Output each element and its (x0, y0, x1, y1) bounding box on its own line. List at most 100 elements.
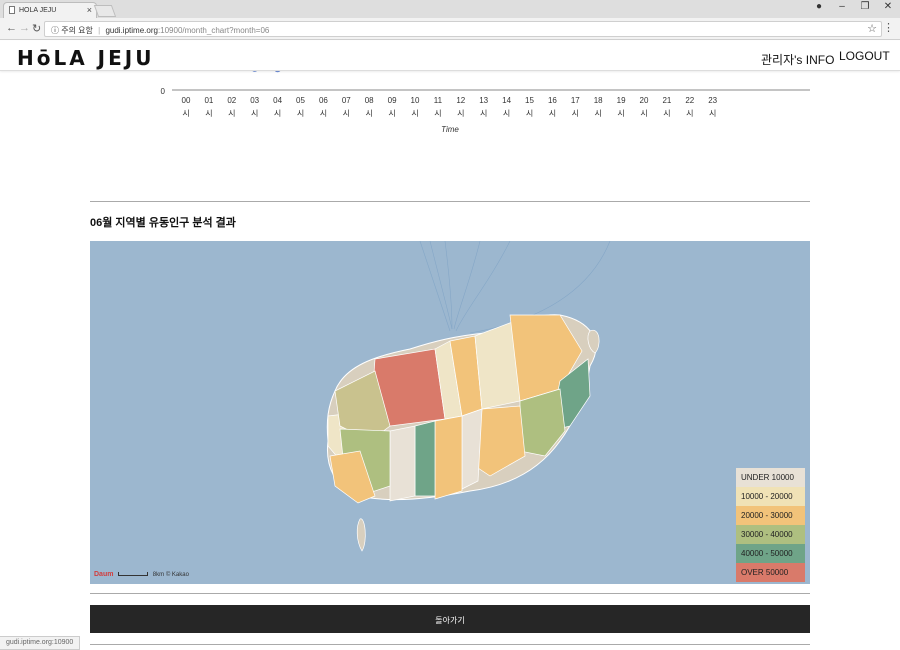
legend-item: 30000 - 40000 (736, 525, 805, 544)
bottom-divider (90, 593, 810, 594)
x-axis-label: Time (441, 125, 459, 134)
x-tick-unit: 시 (572, 109, 579, 118)
x-tick-unit: 시 (434, 109, 441, 118)
url-path: :10900/month_chart?month=06 (157, 26, 270, 35)
site-header: HōLA JEJU 관리자's INFO LOGOUT (0, 41, 900, 71)
x-tick-unit: 시 (205, 109, 212, 118)
x-tick-label: 22 (685, 96, 694, 105)
legend-item: 10000 - 20000 (736, 487, 805, 506)
region-seogwipo (434, 415, 463, 500)
address-bar: ← → ↻ ⓘ 주의 요함 | gudi.iptime.org:10900/mo… (0, 18, 900, 40)
browser-tab-strip: HOLA JEJU × ● – ❐ ✕ (0, 0, 900, 18)
x-tick-label: 04 (273, 96, 282, 105)
x-tick-label: 07 (342, 96, 351, 105)
url-field[interactable]: ⓘ 주의 요함 | gudi.iptime.org:10900/month_ch… (44, 21, 882, 37)
x-tick-unit: 시 (343, 109, 350, 118)
x-tick-label: 10 (411, 96, 420, 105)
x-tick-unit: 시 (411, 109, 418, 118)
x-tick-unit: 시 (503, 109, 510, 118)
x-tick-unit: 시 (709, 109, 716, 118)
admin-info-link[interactable]: 관리자's INFO (761, 51, 834, 68)
x-tick-label: 20 (640, 96, 649, 105)
x-tick-unit: 시 (663, 109, 670, 118)
x-tick-label: 13 (479, 96, 488, 105)
jeju-population-map[interactable] (90, 241, 810, 584)
x-tick-layer: 00 시 01 시 02 시 03 시 04 시 05 시 06 시 07 시 08 시 09 시 10 시 11 시 12 시 1… (182, 96, 718, 118)
region-pyoseon (519, 388, 566, 457)
tab-title: HOLA JEJU (19, 7, 57, 14)
marado-island (356, 518, 366, 552)
x-tick-label: 17 (571, 96, 580, 105)
site-logo[interactable]: HōLA JEJU (17, 46, 154, 70)
x-tick-label: 06 (319, 96, 328, 105)
x-tick-label: 21 (662, 96, 671, 105)
close-window-icon[interactable]: ✕ (882, 1, 894, 12)
status-bar: gudi.iptime.org:10900 (0, 636, 81, 650)
x-tick-unit: 시 (549, 109, 556, 118)
bookmark-star-icon[interactable]: ☆ (867, 22, 877, 35)
map-credit: Daum 8km © Kakao (94, 571, 189, 578)
x-tick-unit: 시 (366, 109, 373, 118)
x-tick-label: 19 (617, 96, 626, 105)
x-tick-label: 05 (296, 96, 305, 105)
new-tab-button[interactable] (93, 5, 117, 17)
info-icon[interactable]: ⓘ (51, 26, 59, 35)
url-separator: | (98, 26, 101, 35)
forward-icon[interactable]: → (19, 22, 30, 34)
x-tick-label: 16 (548, 96, 557, 105)
x-tick-label: 12 (456, 96, 465, 105)
legend-item: 40000 - 50000 (736, 544, 805, 563)
close-tab-icon[interactable]: × (87, 5, 92, 15)
map-legend: UNDER 10000 10000 - 20000 20000 - 30000 … (736, 468, 805, 582)
y-tick-zero: 0 (161, 87, 166, 96)
browser-tab[interactable]: HOLA JEJU × (3, 2, 97, 18)
x-tick-unit: 시 (251, 109, 258, 118)
back-button[interactable]: 돌아가기 (90, 605, 810, 633)
profile-icon[interactable]: ● (813, 1, 825, 12)
security-label: 주의 요함 (61, 26, 93, 35)
restore-icon[interactable]: ❐ (859, 1, 871, 12)
daum-logo[interactable]: Daum (94, 571, 113, 578)
x-tick-label: 18 (594, 96, 603, 105)
x-tick-unit: 시 (526, 109, 533, 118)
map-canvas (326, 241, 611, 552)
x-tick-unit: 시 (388, 109, 395, 118)
section-title: 06월 지역별 유동인구 분석 결과 (90, 217, 236, 229)
x-tick-unit: 시 (228, 109, 235, 118)
x-tick-unit: 시 (640, 109, 647, 118)
minimize-icon[interactable]: – (836, 1, 848, 12)
logout-link[interactable]: LOGOUT (839, 49, 890, 63)
legend-item: UNDER 10000 (736, 468, 805, 487)
reload-icon[interactable]: ↻ (32, 22, 41, 35)
hourly-population-chart: 0 00 시 01 시 02 시 03 시 04 시 05 시 06 시 07 시 08 시 09 시 10 시 11 시 12… (161, 60, 810, 134)
x-tick-label: 00 (182, 96, 191, 105)
back-icon[interactable]: ← (6, 22, 17, 34)
x-tick-unit: 시 (320, 109, 327, 118)
legend-item: OVER 50000 (736, 563, 805, 582)
region-jungmun (414, 420, 436, 497)
section-divider (90, 201, 810, 202)
legend-item: 20000 - 30000 (736, 506, 805, 525)
x-tick-unit: 시 (274, 109, 281, 118)
x-tick-label: 09 (388, 96, 397, 105)
browser-menu-icon[interactable]: ⋮ (883, 21, 894, 34)
kakao-credit: © Kakao (165, 572, 189, 578)
x-tick-unit: 시 (617, 109, 624, 118)
x-tick-unit: 시 (595, 109, 602, 118)
x-tick-label: 11 (434, 96, 443, 105)
scale-bar (118, 572, 149, 577)
x-tick-unit: 시 (182, 109, 189, 118)
x-tick-label: 15 (525, 96, 534, 105)
x-tick-unit: 시 (480, 109, 487, 118)
x-tick-label: 01 (204, 96, 213, 105)
x-tick-label: 02 (227, 96, 236, 105)
region-andeok (389, 425, 416, 502)
x-tick-unit: 시 (686, 109, 693, 118)
page-icon (9, 6, 15, 14)
page-bottom-divider (90, 644, 810, 645)
x-tick-label: 23 (708, 96, 717, 105)
x-tick-label: 08 (365, 96, 374, 105)
x-tick-label: 14 (502, 96, 511, 105)
window-controls: ● – ❐ ✕ (813, 1, 894, 12)
x-tick-unit: 시 (297, 109, 304, 118)
